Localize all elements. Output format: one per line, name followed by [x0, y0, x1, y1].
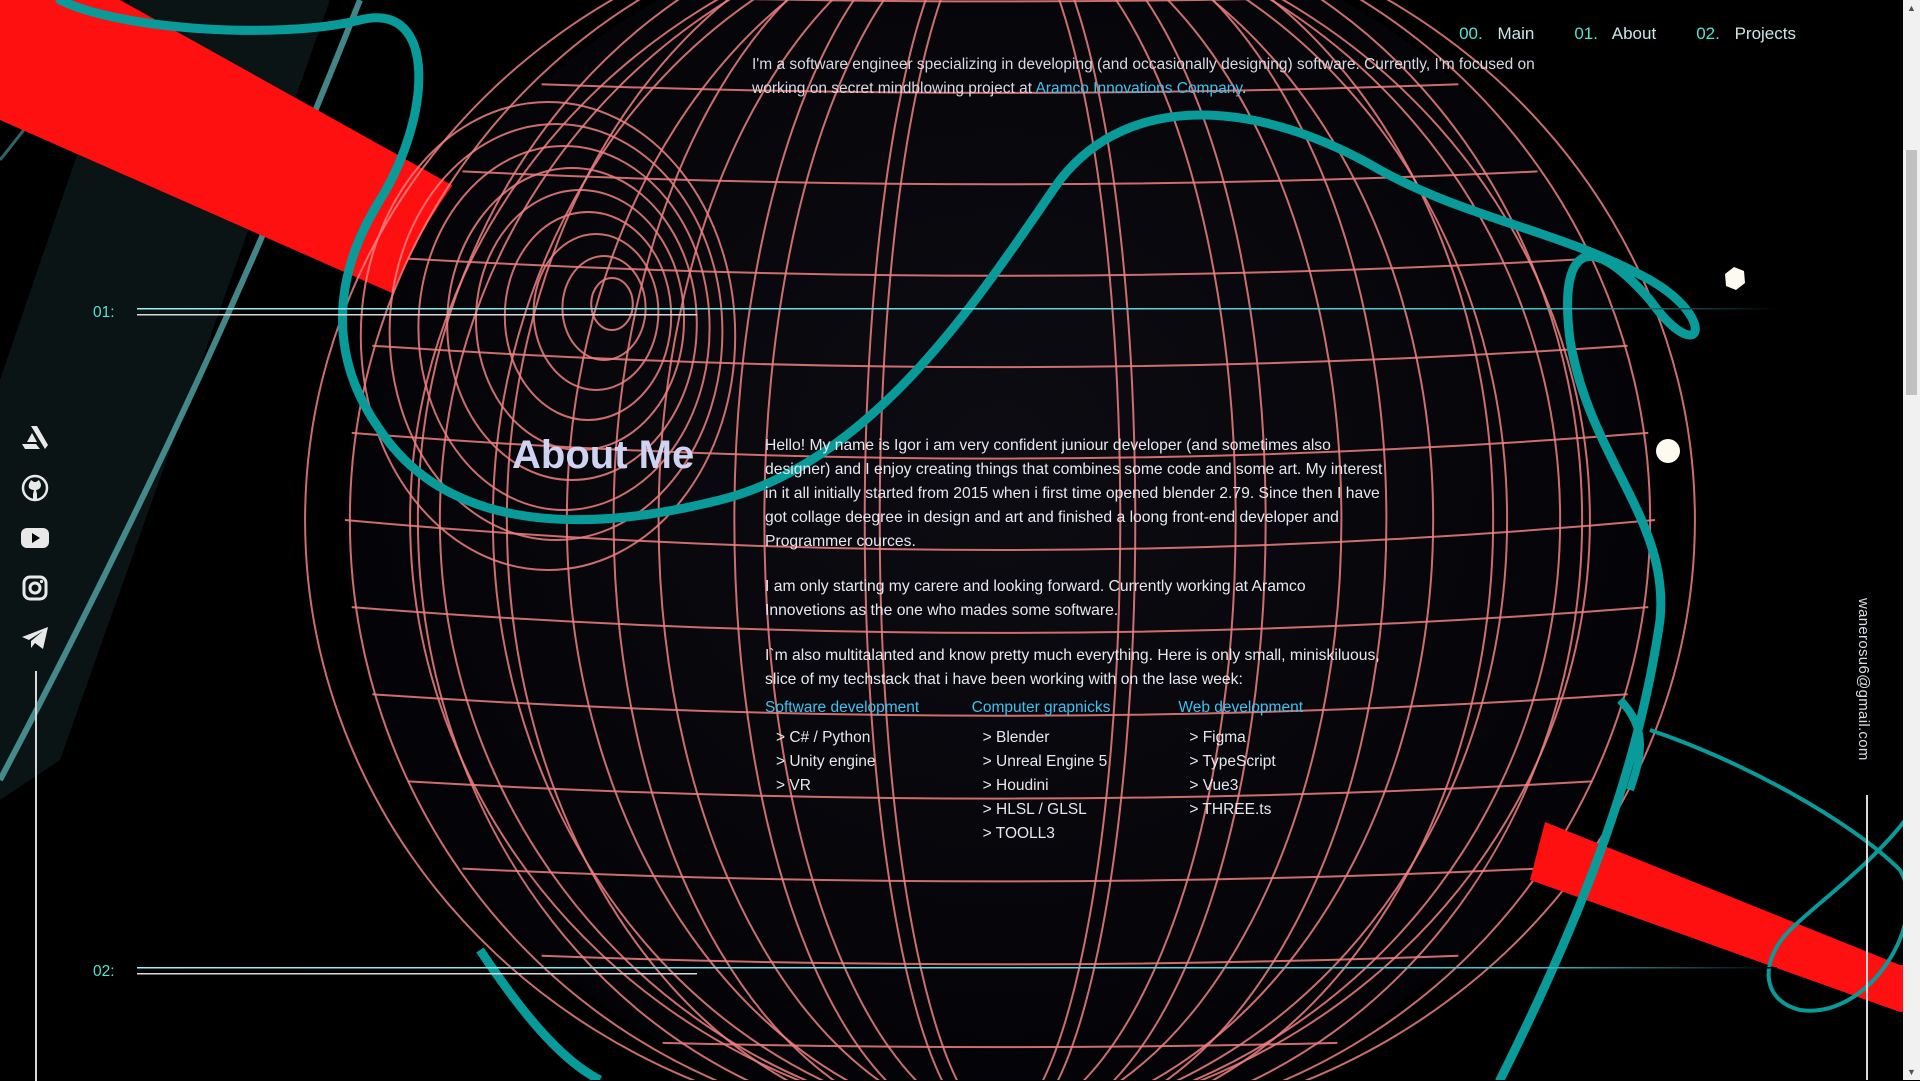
- page-scrollbar[interactable]: ▲ ▼: [1903, 0, 1920, 1080]
- nav-number: 01.: [1574, 24, 1598, 43]
- techstack-column-software: Software development > C# / Python > Uni…: [765, 696, 972, 846]
- techstack-item: > Vue3: [1189, 777, 1239, 794]
- social-links: [20, 424, 50, 651]
- techstack-item: > THREE.ts: [1189, 801, 1272, 818]
- techstack-item: > Unreal Engine 5: [982, 753, 1108, 770]
- techstack-item: > TypeScript: [1189, 753, 1276, 770]
- top-navigation: 00. Main 01. About 02. Projects: [1459, 24, 1796, 44]
- nav-label: Projects: [1734, 24, 1796, 43]
- techstack-item: > C# / Python: [776, 729, 871, 746]
- section-number-projects: 02:: [93, 963, 115, 980]
- nav-projects-link[interactable]: 02. Projects: [1696, 24, 1796, 44]
- right-vertical-line: [1866, 795, 1868, 1080]
- techstack-item: > VR: [776, 777, 811, 794]
- intro-end: .: [1241, 80, 1247, 97]
- techstack-column-web: Web development > Figma > TypeScript > V…: [1178, 696, 1385, 846]
- about-paragraph: I am only starting my carere and looking…: [765, 578, 1306, 619]
- techstack-item: > TOOLL3: [982, 825, 1055, 842]
- techstack-item: > Blender: [982, 729, 1050, 746]
- artstation-icon[interactable]: [20, 424, 50, 451]
- section-number-about: 01:: [93, 304, 115, 321]
- nav-about-link[interactable]: 01. About: [1574, 24, 1656, 44]
- scroll-up-icon[interactable]: ▲: [1903, 0, 1920, 16]
- techstack-heading: Software development: [765, 699, 920, 716]
- techstack-list: > Figma > TypeScript > Vue3 > THREE.ts: [1178, 726, 1385, 822]
- nav-number: 02.: [1696, 24, 1720, 43]
- email-link[interactable]: wanerosu6@gmail.com: [1855, 598, 1872, 761]
- scroll-down-icon[interactable]: ▼: [1903, 1064, 1920, 1080]
- company-link[interactable]: Aramco Innovations Company: [1035, 80, 1241, 97]
- about-paragraph: Hello! My name is Igor i am very confide…: [765, 437, 1383, 550]
- nav-label: About: [1611, 24, 1657, 43]
- youtube-icon[interactable]: [20, 524, 50, 551]
- techstack-list: > Blender > Unreal Engine 5 > Houdini > …: [972, 726, 1179, 846]
- techstack-heading: Computer grapnicks: [971, 699, 1111, 716]
- left-vertical-line: [35, 671, 37, 1081]
- techstack-item: > HLSL / GLSL: [982, 801, 1087, 818]
- nav-number: 00.: [1459, 24, 1483, 43]
- techstack-column-graphics: Computer grapnicks > Blender > Unreal En…: [972, 696, 1179, 846]
- techstack-item: > Figma: [1189, 729, 1246, 746]
- red-stripe-bottom: [1530, 822, 1920, 1012]
- instagram-icon[interactable]: [20, 574, 50, 601]
- nav-main-link[interactable]: 00. Main: [1459, 24, 1534, 44]
- techstack-list: > C# / Python > Unity engine > VR: [765, 726, 972, 798]
- github-icon[interactable]: [20, 474, 50, 501]
- about-title: About Me: [512, 433, 695, 477]
- intro-paragraph: I'm a software engineer specializing in …: [752, 53, 1552, 101]
- about-paragraph: I`m also multitalanted and know pretty m…: [765, 647, 1380, 688]
- about-content: Hello! My name is Igor i am very confide…: [765, 434, 1385, 846]
- techstack-heading: Web development: [1178, 699, 1303, 716]
- techstack-item: > Unity engine: [776, 753, 876, 770]
- techstack-item: > Houdini: [982, 777, 1049, 794]
- white-dot: [1656, 439, 1680, 463]
- telegram-icon[interactable]: [20, 624, 50, 651]
- scrollbar-thumb[interactable]: [1906, 150, 1917, 395]
- techstack: Software development > C# / Python > Uni…: [765, 696, 1385, 846]
- nav-label: Main: [1497, 24, 1535, 43]
- white-hexagon: [1725, 267, 1745, 290]
